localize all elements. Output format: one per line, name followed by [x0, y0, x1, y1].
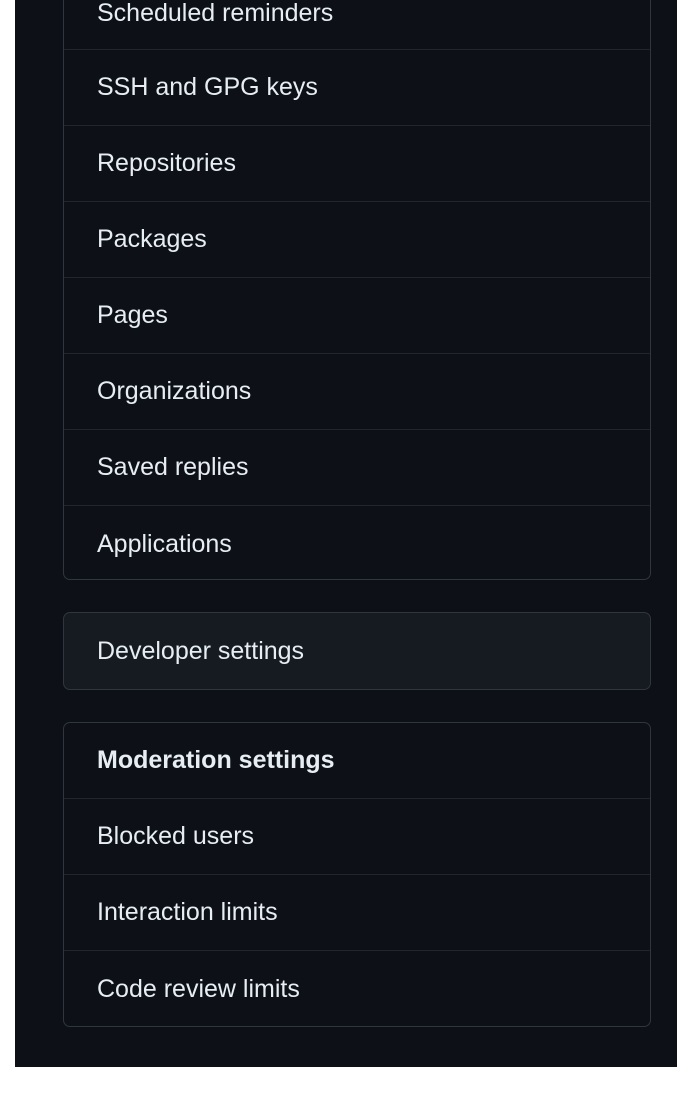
- sidebar-item-label: Developer settings: [97, 636, 305, 665]
- moderation-settings-header: Moderation settings: [64, 723, 650, 799]
- developer-settings-box: Developer settings: [63, 612, 651, 690]
- sidebar-item-label: Blocked users: [97, 822, 255, 850]
- sidebar-item-pages[interactable]: Pages: [64, 278, 650, 354]
- sidebar-item-applications[interactable]: Applications: [64, 506, 650, 579]
- sidebar-item-code-review-limits[interactable]: Code review limits: [64, 951, 650, 1026]
- sidebar-item-organizations[interactable]: Organizations: [64, 354, 650, 430]
- sidebar-item-label: Pages: [97, 301, 168, 329]
- moderation-settings-menu: Moderation settings Blocked users Intera…: [63, 722, 651, 1027]
- sidebar-item-label: Repositories: [97, 149, 236, 177]
- settings-sidebar: Scheduled reminders SSH and GPG keys Rep…: [15, 0, 677, 1067]
- sidebar-item-label: Applications: [97, 529, 232, 558]
- sidebar-item-label: Scheduled reminders: [97, 0, 334, 27]
- sidebar-item-interaction-limits[interactable]: Interaction limits: [64, 875, 650, 951]
- sidebar-item-label: Packages: [97, 225, 207, 253]
- sidebar-item-label: Saved replies: [97, 453, 249, 481]
- sidebar-item-packages[interactable]: Packages: [64, 202, 650, 278]
- sidebar-item-developer-settings[interactable]: Developer settings: [64, 613, 650, 689]
- sidebar-item-label: SSH and GPG keys: [97, 73, 318, 101]
- sidebar-item-saved-replies[interactable]: Saved replies: [64, 430, 650, 506]
- sidebar-item-label: Organizations: [97, 377, 252, 405]
- sidebar-item-label: Code review limits: [97, 974, 300, 1003]
- sidebar-item-ssh-gpg-keys[interactable]: SSH and GPG keys: [64, 50, 650, 126]
- sidebar-item-blocked-users[interactable]: Blocked users: [64, 799, 650, 875]
- section-heading: Moderation settings: [97, 746, 335, 774]
- sidebar-item-scheduled-reminders[interactable]: Scheduled reminders: [64, 0, 650, 50]
- sidebar-item-label: Interaction limits: [97, 898, 278, 926]
- settings-menu: Scheduled reminders SSH and GPG keys Rep…: [63, 0, 651, 580]
- sidebar-item-repositories[interactable]: Repositories: [64, 126, 650, 202]
